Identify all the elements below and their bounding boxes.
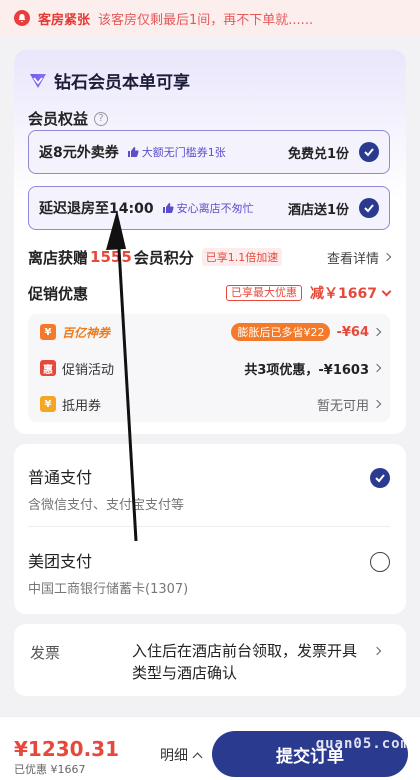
promotion-header[interactable]: 促销优惠 已享最大优惠 减￥1667 bbox=[28, 282, 392, 304]
expanded-saving-badge: 膨胀后已多省¥22 bbox=[231, 323, 331, 341]
benefit-row-takeout-coupon[interactable]: 返8元外卖券 大额无门槛券1张 免费兑1份 bbox=[28, 130, 390, 174]
invoice-row[interactable]: 发票 入住后在酒店前台领取，发票开具类型与酒店确认 bbox=[14, 624, 406, 696]
checkmark-icon[interactable] bbox=[359, 142, 379, 162]
payment-option-meituan[interactable]: 美团支付 中国工商银行储蓄卡(1307) bbox=[28, 548, 390, 597]
payment-option-standard[interactable]: 普通支付 含微信支付、支付宝支付等 bbox=[28, 464, 390, 513]
coupon-icon: ¥ bbox=[40, 324, 56, 340]
radio-selected-icon[interactable] bbox=[370, 468, 390, 488]
stock-alert-banner: 客房紧张 该客房仅剩最后1间，再不下单就...... bbox=[0, 0, 420, 36]
saved-amount: 已优惠 ¥1667 bbox=[14, 763, 86, 776]
thumbs-up-icon bbox=[162, 203, 174, 213]
member-title-text: 钻石会员本单可享 bbox=[54, 73, 190, 93]
points-value: 1555 bbox=[90, 248, 132, 266]
promo-line-voucher[interactable]: ¥ 抵用券 暂无可用 bbox=[40, 394, 382, 414]
benefit-row-late-checkout[interactable]: 延迟退房至14:00 安心离店不匆忙 酒店送1份 bbox=[28, 186, 390, 230]
benefit-tag: 大额无门槛券1张 bbox=[127, 144, 226, 160]
thumbs-up-icon bbox=[127, 147, 139, 157]
price-detail-toggle[interactable]: 明细 bbox=[160, 745, 203, 765]
total-discount: 减￥1667 bbox=[310, 286, 377, 302]
alert-message: 该客房仅剩最后1间，再不下单就...... bbox=[98, 12, 314, 28]
view-details-link[interactable]: 查看详情 bbox=[327, 248, 392, 267]
invoice-value: 入住后在酒店前台领取，发票开具类型与酒店确认 bbox=[132, 642, 358, 682]
total-price: ¥1230.31 bbox=[14, 737, 120, 761]
chevron-right-icon bbox=[382, 252, 392, 262]
promo-line-coupon[interactable]: ¥ 百亿神券 膨胀后已多省¥22 -¥64 bbox=[40, 322, 382, 342]
alert-label: 客房紧张 bbox=[38, 12, 91, 28]
chevron-right-icon bbox=[372, 646, 382, 656]
chevron-right-icon bbox=[372, 399, 382, 409]
payment-methods-card: 普通支付 含微信支付、支付宝支付等 美团支付 中国工商银行储蓄卡(1307) bbox=[14, 444, 406, 614]
chevron-right-icon bbox=[372, 327, 382, 337]
member-benefits-card: 钻石会员本单可享 会员权益 ? 返8元外卖券 大额无门槛券1张 免费兑1份 延迟… bbox=[14, 50, 406, 434]
discount-icon: 惠 bbox=[40, 360, 56, 376]
radio-unselected-icon[interactable] bbox=[370, 552, 390, 572]
max-discount-badge: 已享最大优惠 bbox=[226, 285, 303, 301]
checkmark-icon[interactable] bbox=[359, 198, 379, 218]
promotion-details: ¥ 百亿神券 膨胀后已多省¥22 -¥64 惠 促销活动 共3项优惠，-¥160… bbox=[28, 314, 390, 422]
help-icon[interactable]: ? bbox=[94, 111, 109, 126]
points-row: 离店获赠 1555 会员积分 已享1.1倍加速 查看详情 bbox=[28, 246, 392, 268]
chevron-right-icon bbox=[372, 363, 382, 373]
member-card-title: 钻石会员本单可享 bbox=[28, 68, 190, 93]
chevron-up-icon bbox=[192, 752, 203, 762]
invoice-label: 发票 bbox=[30, 644, 61, 662]
member-rights-heading: 会员权益 ? bbox=[28, 108, 109, 129]
bell-icon bbox=[14, 10, 30, 26]
voucher-icon: ¥ bbox=[40, 396, 56, 412]
watermark: guan05.com bbox=[315, 736, 410, 752]
diamond-heart-icon bbox=[30, 73, 46, 88]
promo-line-activities[interactable]: 惠 促销活动 共3项优惠，-¥1603 bbox=[40, 358, 382, 378]
benefit-tag: 安心离店不匆忙 bbox=[162, 200, 254, 216]
chevron-down-icon bbox=[381, 286, 392, 296]
accelerate-badge: 已享1.1倍加速 bbox=[201, 248, 283, 266]
